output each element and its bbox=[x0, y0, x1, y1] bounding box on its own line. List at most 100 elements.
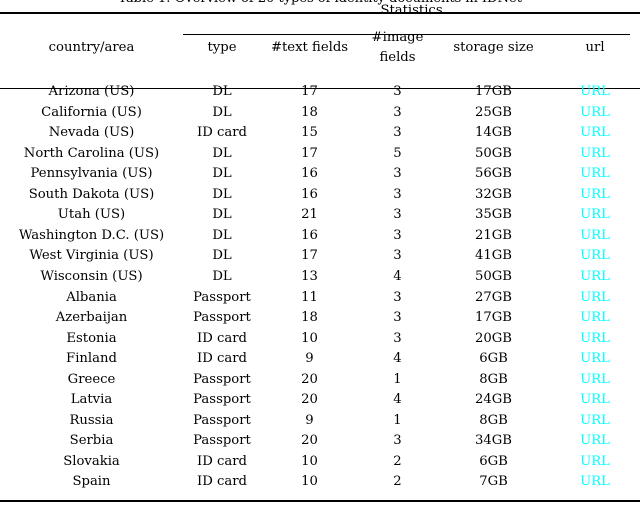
cell-country: Arizona (US) bbox=[48, 84, 135, 100]
cell-country: Serbia bbox=[69, 433, 114, 449]
url-link[interactable]: URL bbox=[580, 146, 610, 161]
table-bottom-rule bbox=[0, 500, 640, 502]
url-link[interactable]: URL bbox=[580, 351, 610, 366]
table-row: Serbia Passport 20 3 34GB URL bbox=[0, 431, 640, 452]
table-row: South Dakota (US) DL 16 3 32GB URL bbox=[0, 185, 640, 206]
url-link[interactable]: URL bbox=[580, 228, 610, 243]
cell-image-fields: 2 bbox=[393, 453, 402, 469]
url-link[interactable]: URL bbox=[580, 413, 610, 428]
cell-image-fields: 4 bbox=[393, 268, 402, 284]
cell-country: Albania bbox=[66, 289, 117, 305]
cell-storage: 50GB bbox=[474, 145, 512, 161]
table-row: Pennsylvania (US) DL 16 3 56GB URL bbox=[0, 164, 640, 185]
table-row: Estonia ID card 10 3 20GB URL bbox=[0, 329, 640, 350]
cell-url: URL bbox=[550, 205, 640, 226]
cell-storage: 21GB bbox=[474, 227, 512, 243]
cell-type: DL bbox=[212, 227, 232, 243]
cell-url: URL bbox=[550, 390, 640, 411]
cell-image-fields: 3 bbox=[393, 207, 402, 223]
url-link[interactable]: URL bbox=[580, 433, 610, 448]
url-link[interactable]: URL bbox=[580, 290, 610, 305]
cell-url: URL bbox=[550, 452, 640, 473]
url-link[interactable]: URL bbox=[580, 125, 610, 140]
cell-storage: 34GB bbox=[474, 433, 512, 449]
table-row: Washington D.C. (US) DL 16 3 21GB URL bbox=[0, 226, 640, 247]
cell-text-fields: 20 bbox=[301, 433, 318, 449]
cell-country: Spain bbox=[72, 474, 111, 490]
cell-url: URL bbox=[550, 308, 640, 329]
cell-storage: 25GB bbox=[474, 104, 512, 120]
table-row: California (US) DL 18 3 25GB URL bbox=[0, 103, 640, 124]
cell-image-fields: 4 bbox=[393, 351, 402, 367]
cell-country: Wisconsin (US) bbox=[40, 268, 143, 284]
cell-text-fields: 20 bbox=[301, 392, 318, 408]
url-link[interactable]: URL bbox=[580, 474, 610, 489]
cell-image-fields: 3 bbox=[393, 166, 402, 182]
url-link[interactable]: URL bbox=[580, 105, 610, 120]
cell-image-fields: 3 bbox=[393, 227, 402, 243]
cell-text-fields: 10 bbox=[301, 453, 318, 469]
cell-type: Passport bbox=[193, 433, 251, 449]
url-link[interactable]: URL bbox=[580, 187, 610, 202]
cell-storage: 50GB bbox=[474, 268, 512, 284]
cell-image-fields: 4 bbox=[393, 392, 402, 408]
table-row: Nevada (US) ID card 15 3 14GB URL bbox=[0, 123, 640, 144]
cell-type: DL bbox=[212, 207, 232, 223]
cell-text-fields: 13 bbox=[301, 268, 318, 284]
cell-storage: 6GB bbox=[479, 351, 508, 367]
cell-text-fields: 16 bbox=[301, 166, 318, 182]
cell-url: URL bbox=[550, 185, 640, 206]
cell-storage: 32GB bbox=[474, 186, 512, 202]
cell-url: URL bbox=[550, 370, 640, 391]
cell-image-fields: 3 bbox=[393, 248, 402, 264]
url-link[interactable]: URL bbox=[580, 269, 610, 284]
cell-country: Nevada (US) bbox=[48, 125, 135, 141]
cell-country: Greece bbox=[67, 371, 116, 387]
cell-storage: 17GB bbox=[474, 310, 512, 326]
cell-text-fields: 18 bbox=[301, 310, 318, 326]
cell-country: Utah (US) bbox=[57, 207, 126, 223]
cell-type: ID card bbox=[197, 330, 247, 346]
cell-type: ID card bbox=[197, 453, 247, 469]
url-link[interactable]: URL bbox=[580, 310, 610, 325]
group-header-statistics: Statistics bbox=[380, 2, 443, 18]
cell-url: URL bbox=[550, 246, 640, 267]
cell-url: URL bbox=[550, 472, 640, 493]
cell-country: Azerbaijan bbox=[55, 310, 128, 326]
cell-image-fields: 3 bbox=[393, 433, 402, 449]
cell-image-fields: 3 bbox=[393, 84, 402, 100]
cell-text-fields: 15 bbox=[301, 125, 318, 141]
column-header-row: country/area type #text fields #image fi… bbox=[0, 22, 640, 76]
cell-type: Passport bbox=[193, 289, 251, 305]
url-link[interactable]: URL bbox=[580, 372, 610, 387]
cell-image-fields: 3 bbox=[393, 104, 402, 120]
url-link[interactable]: URL bbox=[580, 248, 610, 263]
cell-text-fields: 17 bbox=[301, 248, 318, 264]
table-row: North Carolina (US) DL 17 5 50GB URL bbox=[0, 144, 640, 165]
cell-image-fields: 5 bbox=[393, 145, 402, 161]
url-link[interactable]: URL bbox=[580, 84, 610, 99]
url-link[interactable]: URL bbox=[580, 207, 610, 222]
cell-url: URL bbox=[550, 349, 640, 370]
url-link[interactable]: URL bbox=[580, 454, 610, 469]
cell-text-fields: 16 bbox=[301, 227, 318, 243]
url-link[interactable]: URL bbox=[580, 166, 610, 181]
column-header-url: url bbox=[585, 39, 605, 55]
table-head: Statistics country/area type #text field… bbox=[0, 0, 640, 76]
table-row: Greece Passport 20 1 8GB URL bbox=[0, 370, 640, 391]
cell-image-fields: 1 bbox=[393, 412, 402, 428]
cell-country: Estonia bbox=[66, 330, 117, 346]
cell-type: ID card bbox=[197, 351, 247, 367]
url-link[interactable]: URL bbox=[580, 331, 610, 346]
column-header-country: country/area bbox=[48, 39, 135, 55]
cell-image-fields: 3 bbox=[393, 186, 402, 202]
cell-url: URL bbox=[550, 82, 640, 103]
cell-storage: 20GB bbox=[474, 330, 512, 346]
table-row: Latvia Passport 20 4 24GB URL bbox=[0, 390, 640, 411]
cell-text-fields: 17 bbox=[301, 84, 318, 100]
cell-url: URL bbox=[550, 411, 640, 432]
table-row: Russia Passport 9 1 8GB URL bbox=[0, 411, 640, 432]
url-link[interactable]: URL bbox=[580, 392, 610, 407]
cell-storage: 8GB bbox=[479, 412, 508, 428]
cell-type: DL bbox=[212, 166, 232, 182]
